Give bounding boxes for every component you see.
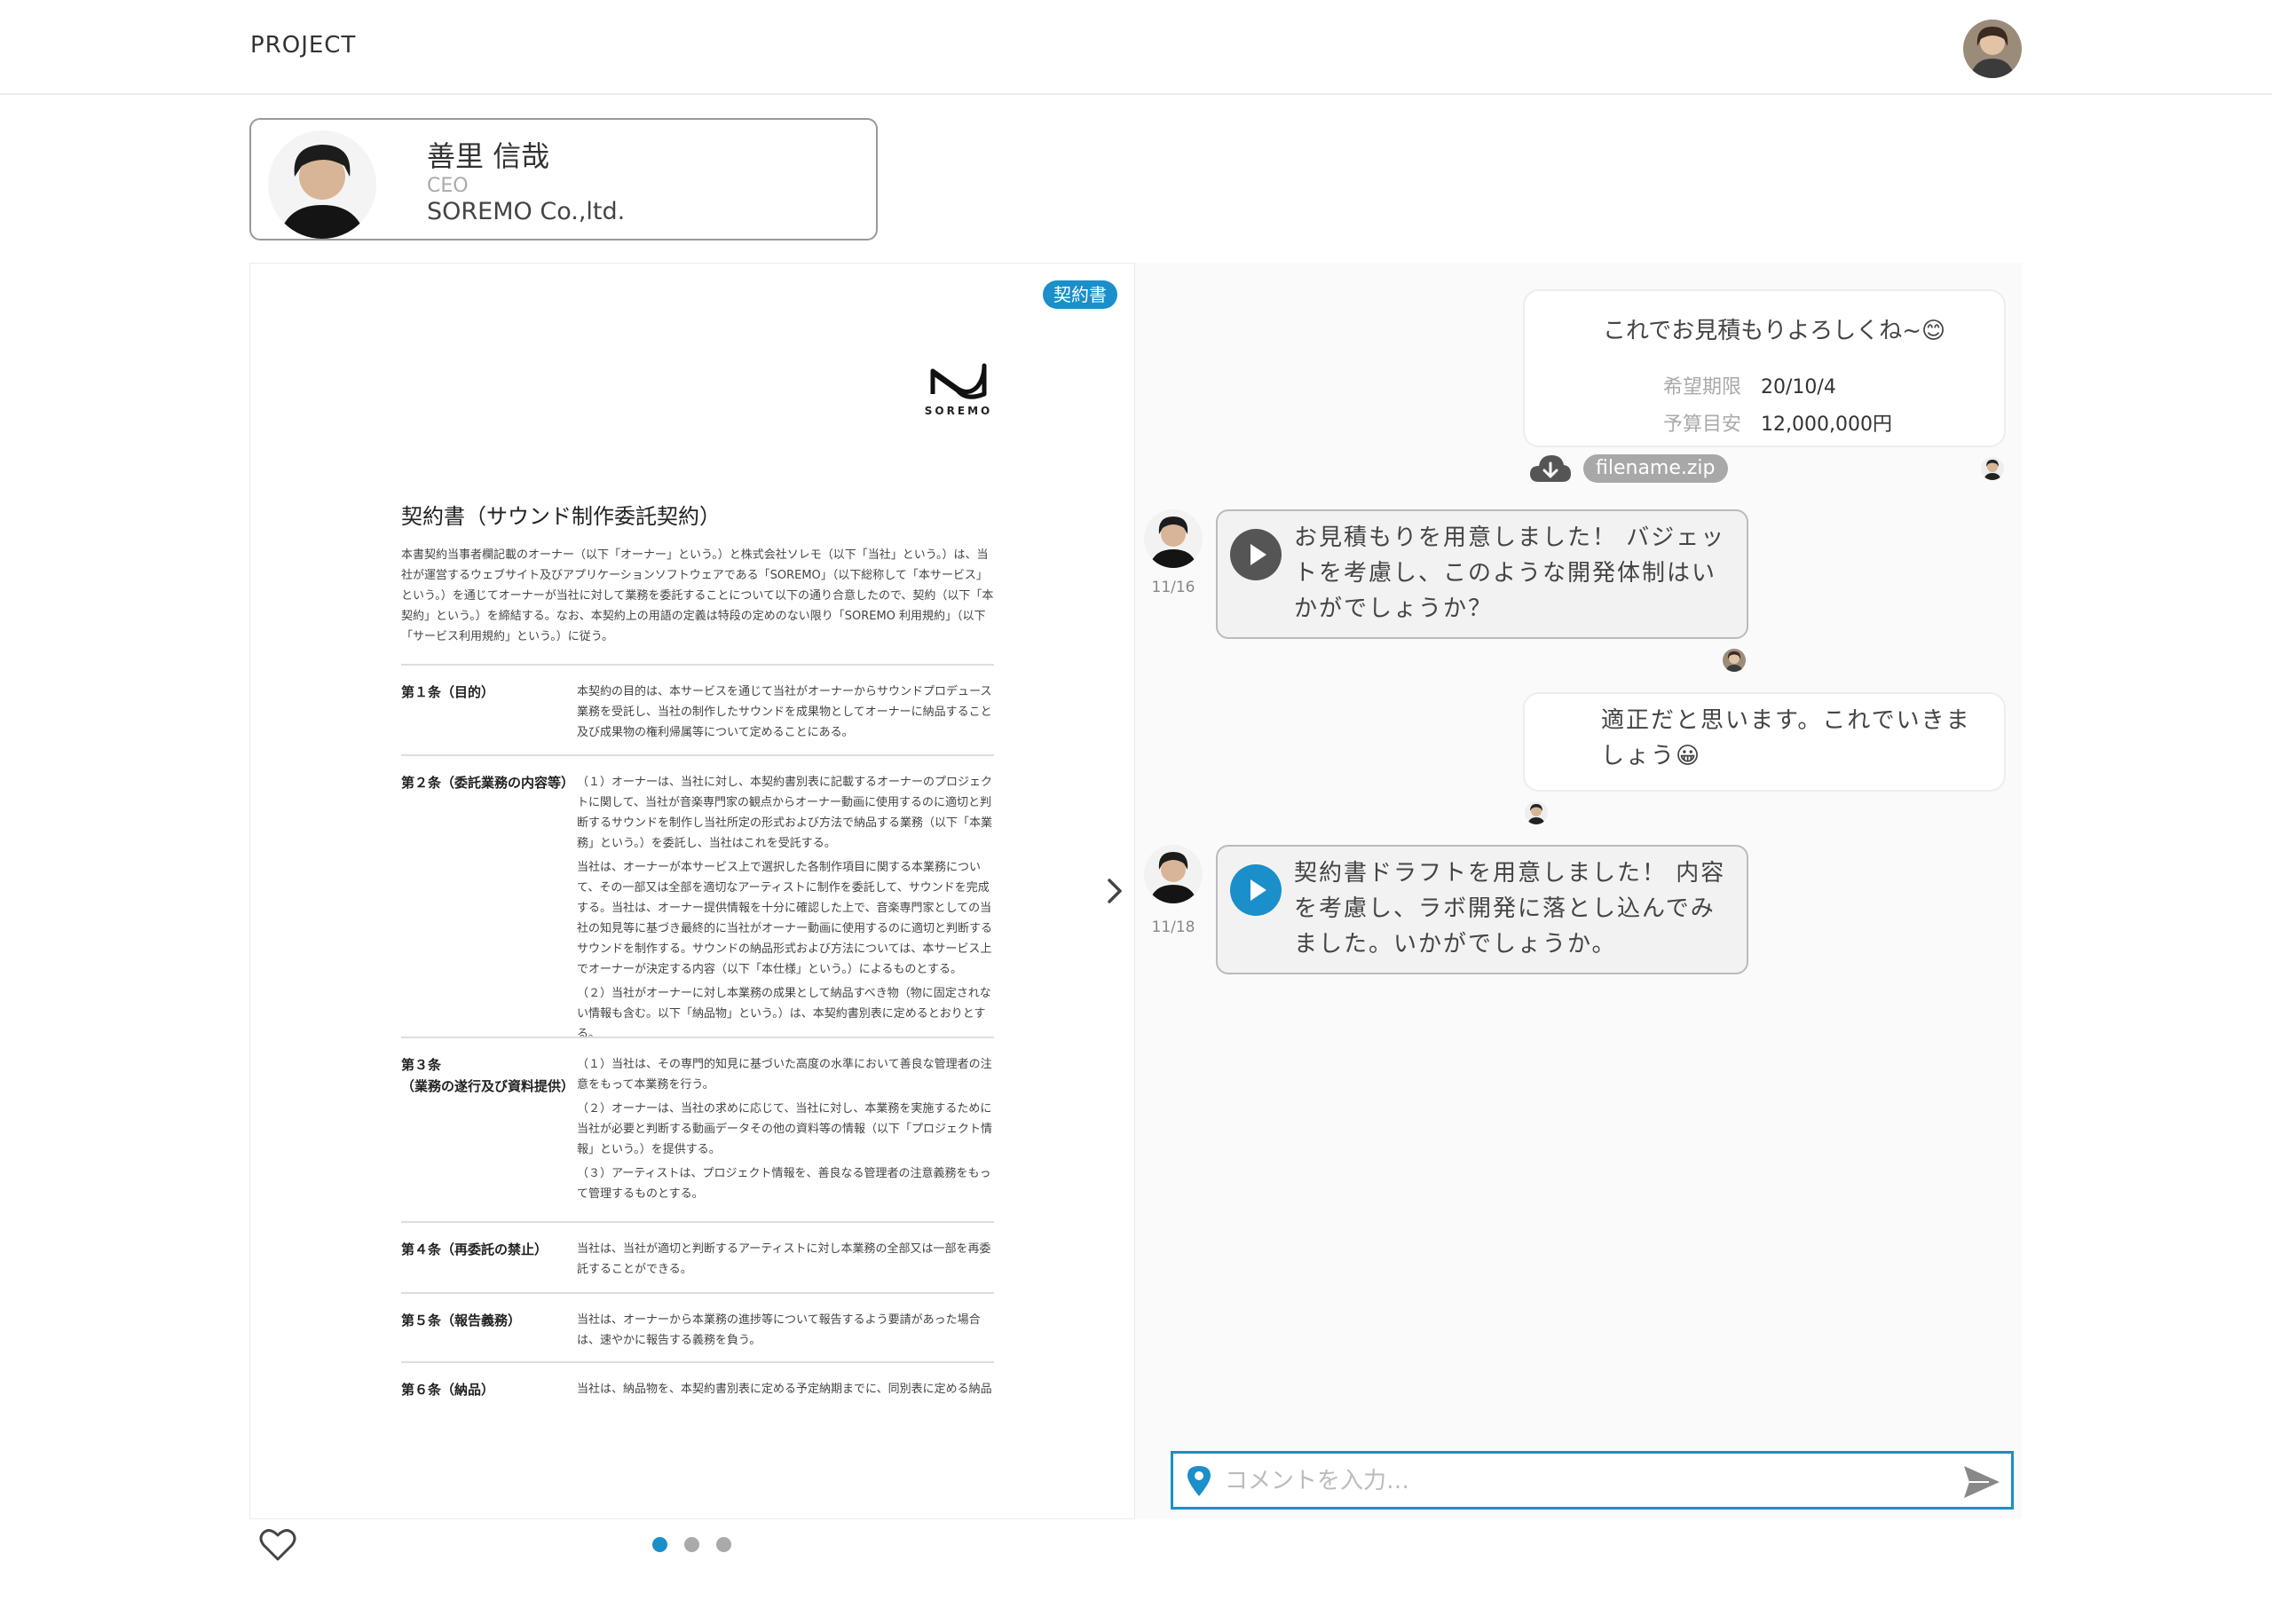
article-heading: 第１条（目的） [401, 684, 495, 700]
message-text: 適正だと思います。これでいきましょう😀 [1601, 707, 1971, 769]
article-body: （１）当社は、その専門的知見に基づいた高度の水準において善良な管理者の注意をもっ… [577, 1054, 994, 1208]
document-title: 契約書（サウンド制作委託契約） [401, 504, 721, 529]
reader-avatar [1525, 801, 1548, 824]
document-intro: 本書契約当事者欄記載のオーナー（以下「オーナー」という。）と株式会社ソレモ（以下… [401, 548, 994, 643]
message-bubble-incoming[interactable]: お見積もりを用意しました！ バジェットを考慮し、このような開発体制はいかがでしょ… [1216, 509, 1748, 639]
play-icon[interactable] [1230, 864, 1282, 916]
document-article: 第５条（報告義務） 当社は、オーナーから本業務の進捗等について報告するよう要請があ… [401, 1292, 994, 1363]
user-avatar[interactable] [1963, 20, 2022, 78]
page-dot[interactable] [684, 1537, 699, 1552]
soremo-logo: SOREMO [923, 360, 994, 422]
article-paragraph: （２）当社がオーナーに対し本業務の成果として納品すべき物（物に固定されない情報も… [577, 987, 991, 1041]
top-bar: PROJECT [0, 0, 2272, 95]
article-paragraph: （１）オーナーは、当社に対し、本契約書別表に記載するオーナーのプロジェクトに関し… [577, 776, 993, 850]
message-bubble-outgoing[interactable]: 適正だと思います。これでいきましょう😀 [1523, 692, 2006, 792]
profile-name: 善里 信哉 [427, 139, 550, 173]
reader-avatar [1723, 649, 1746, 672]
article-paragraph: 本契約の目的は、本サービスを通じて当社がオーナーからサウンドプロデュース業務を受… [577, 685, 992, 739]
sender-avatar [1981, 457, 2004, 480]
message-bubble-incoming[interactable]: 契約書ドラフトを用意しました！ 内容を考慮し、ラボ開発に落とし込んでみました。い… [1216, 845, 1748, 974]
article-paragraph: 当社は、オーナーから本業務の進捗等について報告するよう要請があった場合は、速やか… [577, 1313, 981, 1347]
profile-avatar [268, 130, 376, 239]
page-dot[interactable] [716, 1537, 731, 1552]
meta-deadline: 希望期限 20/10/4 [1663, 376, 1836, 398]
map-pin-icon[interactable] [1186, 1464, 1212, 1498]
page-dot[interactable] [652, 1537, 667, 1552]
message-date: 11/16 [1151, 579, 1195, 596]
article-body: （１）オーナーは、当社に対し、本契約書別表に記載するオーナーのプロジェクトに関し… [577, 772, 994, 1048]
article-heading: 第２条（委託業務の内容等） [401, 775, 575, 791]
send-icon[interactable] [1962, 1464, 2001, 1500]
article-paragraph: 当社は、当社が適切と判断するアーティストに対し本業務の全部又は一部を再委託するこ… [577, 1242, 991, 1276]
profile-card: 善里 信哉 CEO SOREMO Co.,ltd. [249, 118, 878, 240]
article-body: 当社は、オーナーから本業務の進捗等について報告するよう要請があった場合は、速やか… [577, 1310, 994, 1354]
play-icon[interactable] [1230, 529, 1282, 580]
article-heading: 第４条（再委託の禁止） [401, 1242, 548, 1257]
article-body: 当社は、納品物を、本契約書別表に定める予定納期までに、同別表に定める納品 [577, 1379, 994, 1403]
article-body: 当社は、当社が適切と判断するアーティストに対し本業務の全部又は一部を再委託するこ… [577, 1239, 994, 1283]
comment-box [1171, 1451, 2014, 1510]
document-article: 第６条（納品） 当社は、納品物を、本契約書別表に定める予定納期までに、同別表に定め… [401, 1361, 994, 1416]
article-paragraph: 当社は、納品物を、本契約書別表に定める予定納期までに、同別表に定める納品 [577, 1383, 992, 1396]
message-bubble-outgoing[interactable]: これでお見積もりよろしくね~😊 希望期限 20/10/4 予算目安 12,000,0… [1523, 289, 2006, 447]
article-heading: 第５条（報告義務） [401, 1313, 522, 1328]
message-date: 11/18 [1151, 918, 1195, 936]
article-paragraph: （１）当社は、その専門的知見に基づいた高度の水準において善良な管理者の注意をもっ… [577, 1058, 992, 1092]
document-article: 第２条（委託業務の内容等） （１）オーナーは、当社に対し、本契約書別表に記載するオ… [401, 754, 994, 1041]
project-title[interactable]: PROJECT [250, 32, 356, 59]
message-text: これでお見積もりよろしくね~😊 [1603, 318, 1946, 344]
meta-budget: 予算目安 12,000,000円 [1663, 414, 1892, 436]
article-heading: 第６条（納品） [401, 1382, 495, 1398]
chevron-right-icon[interactable] [1104, 877, 1125, 905]
article-paragraph: （３）アーティストは、プロジェクト情報を、善良なる管理者の注意義務をもって管理す… [577, 1167, 991, 1201]
page-indicator [652, 1537, 748, 1556]
comment-input[interactable] [1223, 1462, 1937, 1500]
file-attachment-chip[interactable]: filename.zip [1583, 454, 1728, 483]
sender-avatar [1144, 509, 1203, 568]
message-text: 契約書ドラフトを用意しました！ 内容を考慮し、ラボ開発に落とし込んでみました。い… [1294, 860, 1726, 958]
cloud-download-icon[interactable] [1528, 452, 1573, 484]
message-text: お見積もりを用意しました！ バジェットを考慮し、このような開発体制はいかがでしょ… [1294, 524, 1726, 622]
heart-icon[interactable] [258, 1525, 297, 1565]
document-article: 第３条 （業務の遂行及び資料提供） （１）当社は、その専門的知見に基づいた高度の水… [401, 1037, 994, 1223]
document-article: 第４条（再委託の禁止） 当社は、当社が適切と判断するアーティストに対し本業務の全部… [401, 1221, 994, 1294]
profile-company: SOREMO Co.,ltd. [427, 198, 626, 225]
article-paragraph: 当社は、オーナーが本サービス上で選択した各制作項目に関する本業務について、その一… [577, 861, 993, 976]
article-body: 本契約の目的は、本サービスを通じて当社がオーナーからサウンドプロデュース業務を受… [577, 682, 994, 746]
document-type-badge: 契約書 [1043, 280, 1117, 309]
sender-avatar [1144, 845, 1203, 903]
profile-role: CEO [427, 175, 469, 197]
document-article: 第１条（目的） 本契約の目的は、本サービスを通じて当社がオーナーからサウンドプロデ… [401, 664, 994, 756]
article-paragraph: （２）オーナーは、当社の求めに応じて、当社に対し、本業務を実施するために当社が必… [577, 1102, 993, 1156]
article-heading: 第３条 （業務の遂行及び資料提供） [401, 1057, 575, 1094]
